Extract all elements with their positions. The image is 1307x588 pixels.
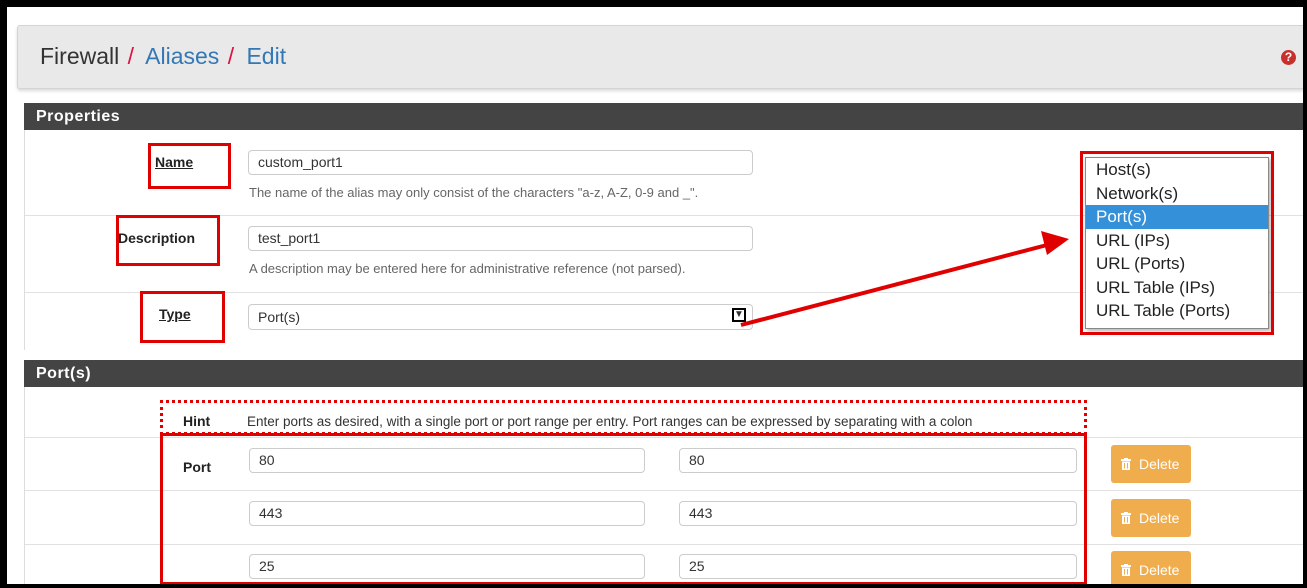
delete-button[interactable]: Delete [1111, 551, 1191, 584]
type-select-value: Port(s) [258, 309, 300, 325]
trash-icon [1121, 446, 1131, 470]
delete-button[interactable]: Delete [1111, 445, 1191, 483]
chevron-down-icon[interactable]: ▼ [732, 308, 746, 322]
breadcrumb-aliases-link[interactable]: Aliases [145, 43, 219, 69]
name-help-text: The name of the alias may only consist o… [249, 185, 699, 200]
screenshot-frame: Firewall / Aliases / Edit ? Properties N… [0, 0, 1307, 588]
annotation-box-description [116, 215, 220, 266]
annotation-box-dropdown [1080, 151, 1274, 335]
description-help-text: A description may be entered here for ad… [249, 261, 686, 276]
trash-icon [1121, 500, 1131, 524]
annotation-box-ports [160, 433, 1087, 584]
breadcrumb-edit-link[interactable]: Edit [246, 43, 286, 69]
page-header: Firewall / Aliases / Edit ? [17, 25, 1303, 89]
breadcrumb: Firewall / Aliases / Edit [40, 43, 286, 70]
annotation-box-type [140, 291, 225, 343]
description-input[interactable]: test_port1 [248, 226, 753, 251]
question-circle-icon[interactable]: ? [1281, 50, 1296, 65]
breadcrumb-separator: / [127, 43, 135, 69]
breadcrumb-separator: / [227, 43, 235, 69]
annotation-box-name [148, 143, 231, 189]
ports-panel-heading: Port(s) [24, 360, 1303, 387]
type-select[interactable]: Port(s) ▼ [248, 304, 753, 330]
delete-button-label: Delete [1139, 562, 1180, 578]
delete-button-label: Delete [1139, 510, 1180, 526]
properties-panel-heading: Properties [24, 103, 1303, 130]
delete-button-label: Delete [1139, 456, 1180, 472]
breadcrumb-firewall: Firewall [40, 43, 120, 69]
name-input[interactable]: custom_port1 [248, 150, 753, 175]
delete-button[interactable]: Delete [1111, 499, 1191, 537]
annotation-box-hint [160, 400, 1087, 435]
trash-icon [1121, 552, 1131, 576]
